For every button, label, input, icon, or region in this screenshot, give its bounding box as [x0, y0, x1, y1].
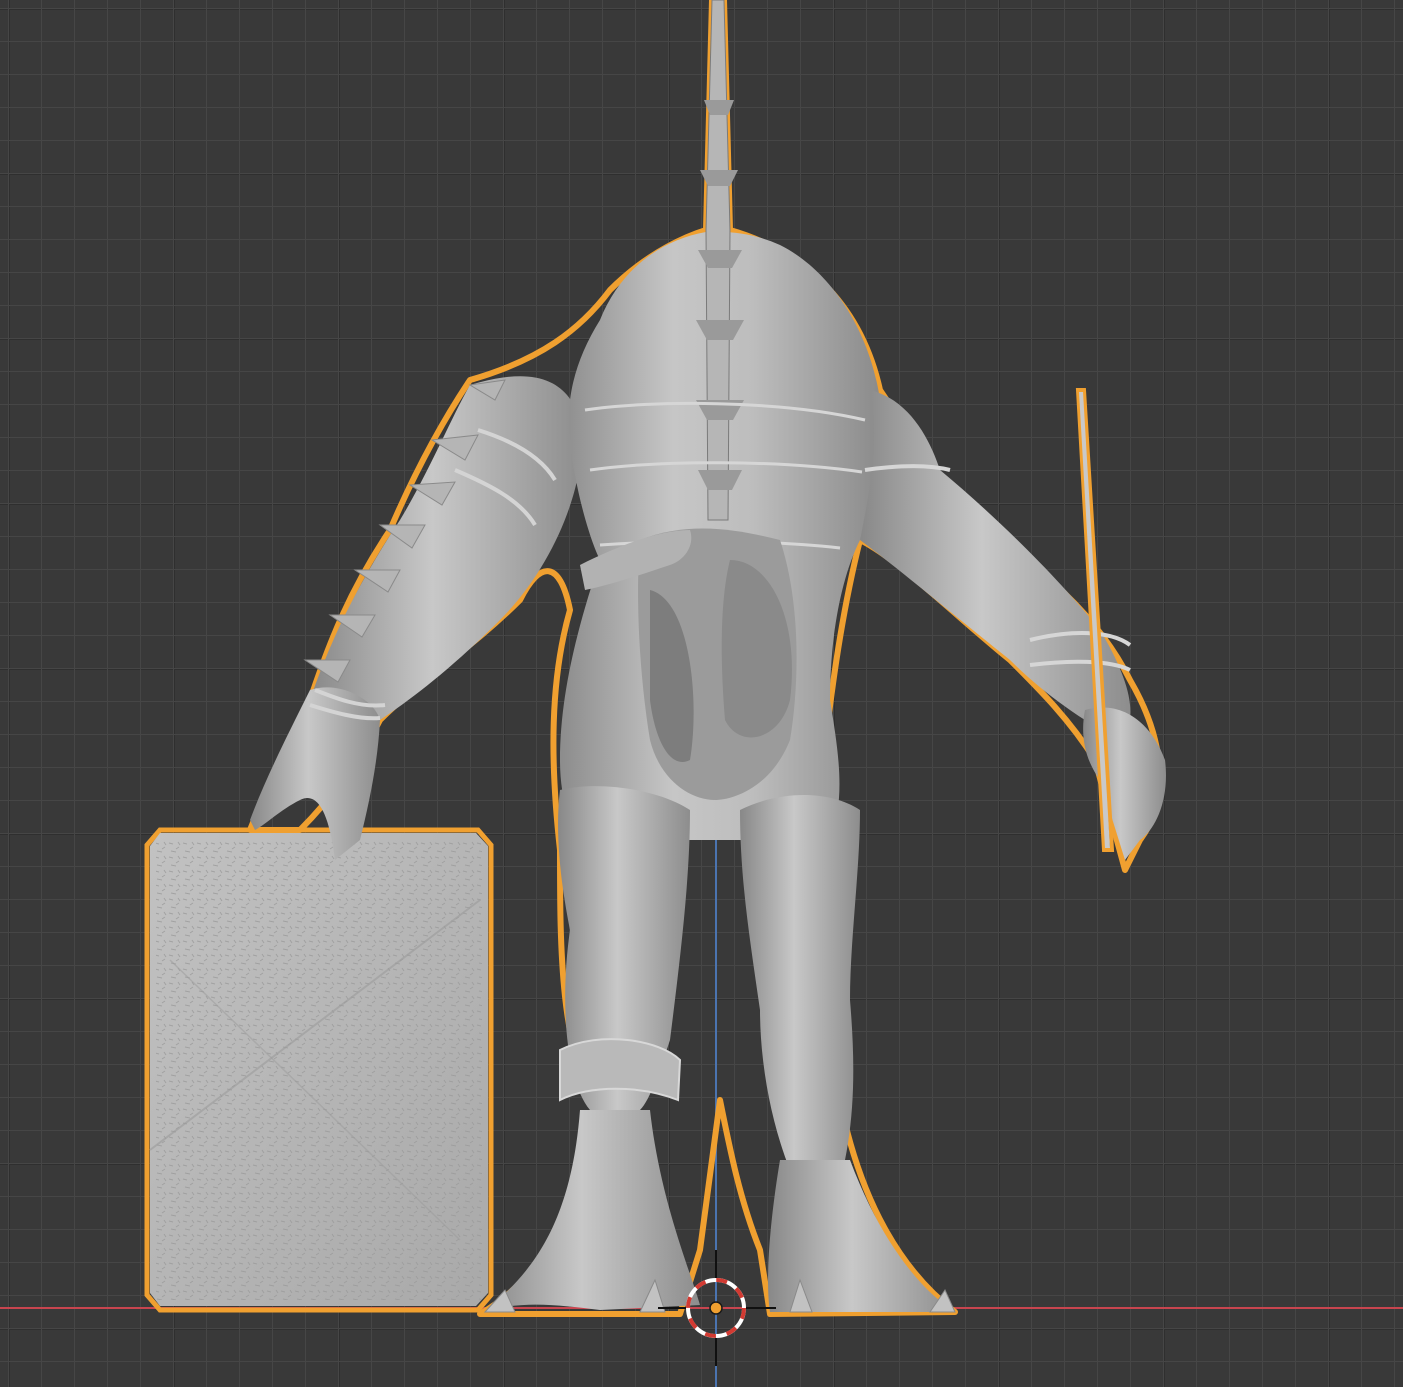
- 3d-viewport[interactable]: [0, 0, 1403, 1387]
- object-origin-dot: [709, 1301, 723, 1315]
- tablet-slab[interactable]: [144, 827, 494, 1313]
- viewport-scene[interactable]: [0, 0, 1403, 1387]
